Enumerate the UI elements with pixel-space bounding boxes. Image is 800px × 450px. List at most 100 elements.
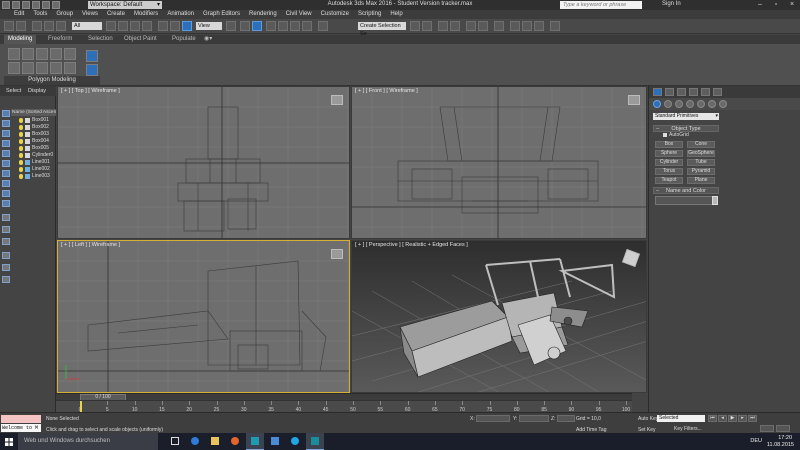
tab-select[interactable]: Select [6, 88, 21, 94]
time-slider[interactable]: 0 / 100 [56, 393, 632, 401]
viewport-perspective[interactable]: [ + ] [ Perspective ] [ Realistic + Edge… [351, 240, 647, 393]
taskbar-search-input[interactable]: Web und Windows durchsuchen [18, 433, 158, 450]
polygon-tool-icon[interactable] [8, 48, 20, 60]
light-bulb-icon[interactable] [19, 160, 23, 165]
viewcube-icon[interactable] [628, 95, 640, 105]
cameras-category-icon[interactable] [686, 100, 694, 108]
filter-xrefs-icon[interactable] [2, 180, 10, 187]
polygon-modeling-panel-label[interactable]: Polygon Modeling [4, 76, 100, 85]
menu-edit[interactable]: Edit [14, 10, 24, 19]
scene-list-header[interactable]: Name (Sorted Ascen [11, 109, 56, 116]
light-bulb-icon[interactable] [19, 125, 23, 130]
menu-modifiers[interactable]: Modifiers [134, 10, 158, 19]
find-icon[interactable] [2, 264, 10, 271]
orbit-icon[interactable] [776, 425, 790, 432]
clock-time[interactable]: 17:20 [778, 435, 792, 441]
object-name-field[interactable] [655, 196, 713, 205]
list-item[interactable]: Line001 [11, 159, 56, 166]
edge-mode-icon[interactable] [36, 48, 48, 60]
light-bulb-icon[interactable] [19, 139, 23, 144]
viewport-label-front[interactable]: [ + ] [ Front ] [ Wireframe ] [355, 88, 418, 94]
list-item[interactable]: Line003 [11, 173, 56, 180]
file-explorer-icon[interactable] [206, 433, 224, 450]
unlink-icon[interactable] [44, 21, 54, 31]
viewcube-icon[interactable] [331, 249, 343, 259]
border-mode-icon[interactable] [50, 48, 62, 60]
systems-category-icon[interactable] [719, 100, 727, 108]
menu-graph-editors[interactable]: Graph Editors [203, 10, 240, 19]
tab-freeform[interactable]: Freeform [44, 35, 76, 44]
auto-key-button[interactable]: Auto Key [638, 416, 658, 422]
keyboard-shortcut-override-icon[interactable] [252, 21, 262, 31]
shapes-category-icon[interactable] [664, 100, 672, 108]
light-bulb-icon[interactable] [19, 153, 23, 158]
modify-mode-icon[interactable] [36, 62, 48, 74]
sign-in-link[interactable]: Sign In [662, 1, 681, 7]
list-item[interactable]: Box003 [11, 131, 56, 138]
help-search-input[interactable]: Type a keyword or phrase [560, 1, 642, 9]
viewport-front[interactable]: [ + ] [ Front ] [ Wireframe ] [351, 86, 647, 239]
x-coord-field[interactable] [476, 415, 510, 422]
viewport-label-top[interactable]: [ + ] [ Top ] [ Wireframe ] [61, 88, 120, 94]
input-language[interactable]: DEU [750, 438, 762, 444]
named-selection-set-dropdown[interactable]: Create Selection Se [358, 22, 406, 37]
filter-groups-icon[interactable] [2, 170, 10, 177]
minimize-button[interactable]: – [752, 0, 768, 10]
menu-rendering[interactable]: Rendering [249, 10, 277, 19]
motion-tab-icon[interactable] [689, 88, 698, 96]
play-icon[interactable]: ▶ [728, 415, 737, 422]
use-soft-selection-icon[interactable] [86, 50, 98, 62]
filter-bones-icon[interactable] [2, 190, 10, 197]
select-manipulate-icon[interactable] [240, 21, 250, 31]
ribbon-options-icon[interactable]: ◉▾ [200, 35, 216, 44]
previous-frame-icon[interactable]: ◂ [718, 415, 727, 422]
rectangular-selection-icon[interactable] [130, 21, 140, 31]
pyramid-button[interactable]: Pyramid [687, 168, 715, 175]
windows-store-icon[interactable] [266, 433, 284, 450]
list-item[interactable]: Box005 [11, 145, 56, 152]
schematic-view-icon[interactable] [478, 21, 488, 31]
skype-icon[interactable] [286, 433, 304, 450]
menu-tools[interactable]: Tools [33, 10, 47, 19]
menu-views[interactable]: Views [82, 10, 98, 19]
filter-geometry-icon[interactable] [2, 110, 10, 117]
clock-date[interactable]: 11.08.2015 [767, 442, 794, 448]
rotate-icon[interactable] [170, 21, 180, 31]
box-button[interactable]: Box [655, 141, 683, 148]
menu-group[interactable]: Group [56, 10, 73, 19]
light-bulb-icon[interactable] [19, 132, 23, 137]
reference-coordinate-dropdown[interactable]: View [196, 22, 222, 30]
undo-icon[interactable] [4, 21, 14, 31]
name-and-color-rollout[interactable]: − Name and Color [653, 187, 719, 194]
zoom-icon[interactable] [760, 425, 774, 432]
light-bulb-icon[interactable] [19, 174, 23, 179]
space-warps-category-icon[interactable] [708, 100, 716, 108]
curve-editor-icon[interactable] [466, 21, 476, 31]
task-view-icon[interactable] [166, 433, 184, 450]
layer-explorer-icon[interactable] [438, 21, 448, 31]
menu-animation[interactable]: Animation [167, 10, 194, 19]
use-nurms-icon[interactable] [86, 64, 98, 76]
light-bulb-icon[interactable] [19, 146, 23, 151]
3dsmax-pinned-icon[interactable] [306, 433, 324, 450]
object-color-swatch[interactable] [712, 196, 718, 205]
filter-helpers-icon[interactable] [2, 150, 10, 157]
viewcube-icon[interactable] [331, 95, 343, 105]
link-icon[interactable] [32, 21, 42, 31]
bind-space-warp-icon[interactable] [56, 21, 66, 31]
display-tab-icon[interactable] [701, 88, 710, 96]
window-crossing-icon[interactable] [142, 21, 152, 31]
invert-display-icon[interactable] [2, 238, 10, 245]
sort-icon[interactable] [2, 252, 10, 259]
spinner-snap-icon[interactable] [302, 21, 312, 31]
show-end-result-icon[interactable] [50, 62, 62, 74]
autogrid-checkbox[interactable]: AutoGrid [663, 132, 689, 138]
mirror-icon[interactable] [410, 21, 420, 31]
helpers-category-icon[interactable] [697, 100, 705, 108]
cylinder-button[interactable]: Cylinder [655, 159, 683, 166]
utilities-tab-icon[interactable] [713, 88, 722, 96]
toggle-pin-stack-icon[interactable] [64, 62, 76, 74]
align-icon[interactable] [422, 21, 432, 31]
select-by-name-icon[interactable] [118, 21, 128, 31]
menu-customize[interactable]: Customize [321, 10, 349, 19]
